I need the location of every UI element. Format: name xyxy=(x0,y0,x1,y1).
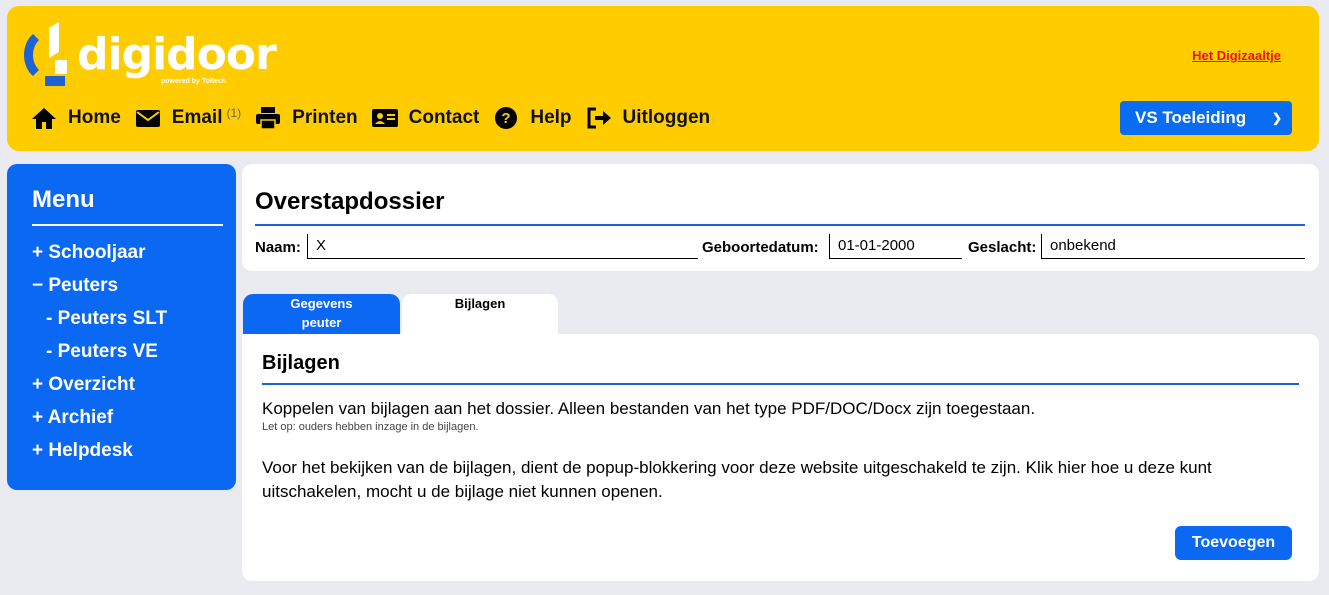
logout-icon xyxy=(587,107,611,129)
sidebar-item-archief[interactable]: + Archief xyxy=(32,405,167,438)
tab-gegevens-peuter[interactable]: Gegevens peuter xyxy=(243,294,400,334)
dob-label: Geboortedatum: xyxy=(702,239,819,256)
bijlagen-panel: Bijlagen Koppelen van bijlagen aan het d… xyxy=(242,334,1319,581)
sidebar-item-peuters-ve[interactable]: - Peuters VE xyxy=(32,339,167,372)
logo-text: digidoor xyxy=(77,29,277,80)
name-field: X xyxy=(307,234,698,259)
add-attachment-button[interactable]: Toevoegen xyxy=(1175,526,1292,560)
role-select-value: VS Toeleiding xyxy=(1135,108,1247,127)
menu-title: Menu xyxy=(32,186,95,213)
section-divider xyxy=(262,383,1299,385)
dossier-panel: Overstapdossier Naam: X Geboortedatum: 0… xyxy=(242,164,1319,271)
logo-subtitle: powered by Toltech xyxy=(161,78,227,85)
dob-field: 01-01-2000 xyxy=(829,234,962,259)
menu-divider xyxy=(32,224,223,226)
menu-list: + Schooljaar − Peuters - Peuters SLT - P… xyxy=(32,240,167,471)
role-select[interactable]: VS Toeleiding ❯ xyxy=(1120,101,1292,135)
nav-email[interactable]: Email (1) xyxy=(135,106,241,130)
sidebar-item-peuters[interactable]: − Peuters xyxy=(32,273,167,306)
sidebar-item-peuters-slt[interactable]: - Peuters SLT xyxy=(32,306,167,339)
top-header: digidoor powered by Toltech Het Digizaal… xyxy=(7,6,1319,151)
nav-print[interactable]: Printen xyxy=(255,106,358,130)
sidebar-item-overzicht[interactable]: + Overzicht xyxy=(32,372,167,405)
nav-home-label: Home xyxy=(68,107,121,128)
name-label: Naam: xyxy=(255,239,301,256)
tab-bijlagen[interactable]: Bijlagen xyxy=(402,294,558,334)
nav-logout[interactable]: Uitloggen xyxy=(586,106,711,130)
tab-bijlagen-label: Bijlagen xyxy=(454,296,506,311)
section-title: Bijlagen xyxy=(262,352,340,374)
sidebar-item-schooljaar[interactable]: + Schooljaar xyxy=(32,240,167,273)
nav-home[interactable]: Home xyxy=(31,106,121,130)
digizaaltje-link[interactable]: Het Digizaaltje xyxy=(1192,48,1281,63)
home-icon xyxy=(32,108,56,129)
note-text: Let op: ouders hebben inzage in de bijla… xyxy=(262,421,479,433)
tab-gegevens-line1: Gegevens xyxy=(290,296,353,311)
popup-info-text: Voor het bekijken van de bijlagen, dient… xyxy=(262,458,1212,501)
envelope-icon xyxy=(135,110,160,127)
gender-label: Geslacht: xyxy=(968,239,1037,256)
contact-card-icon xyxy=(371,109,398,127)
nav-email-label: Email xyxy=(171,107,223,128)
nav-logout-label: Uitloggen xyxy=(622,107,711,128)
intro-text: Koppelen van bijlagen aan het dossier. A… xyxy=(262,399,1036,418)
digidoor-logo-icon xyxy=(24,22,67,86)
svg-text:?: ? xyxy=(502,110,511,127)
sidebar-item-helpdesk[interactable]: + Helpdesk xyxy=(32,438,167,471)
title-divider xyxy=(255,224,1305,226)
chevron-down-icon: ❯ xyxy=(1271,111,1282,125)
nav-contact[interactable]: Contact xyxy=(371,106,480,130)
main-nav: Home Email (1) Printen Contact ? Help Ui… xyxy=(31,104,724,132)
digidoor-logo[interactable]: digidoor powered by Toltech xyxy=(19,20,277,92)
gender-field: onbekend xyxy=(1041,234,1305,259)
nav-help[interactable]: ? Help xyxy=(493,106,572,130)
nav-contact-label: Contact xyxy=(408,107,480,128)
tab-gegevens-line2: peuter xyxy=(301,315,342,330)
email-count-badge: (1) xyxy=(226,106,242,120)
question-circle-icon: ? xyxy=(495,107,518,129)
printer-icon xyxy=(256,107,281,130)
nav-print-label: Printen xyxy=(292,107,358,128)
nav-help-label: Help xyxy=(530,107,572,128)
page-title: Overstapdossier xyxy=(255,188,445,215)
sidebar-menu: Menu + Schooljaar − Peuters - Peuters SL… xyxy=(7,164,236,490)
